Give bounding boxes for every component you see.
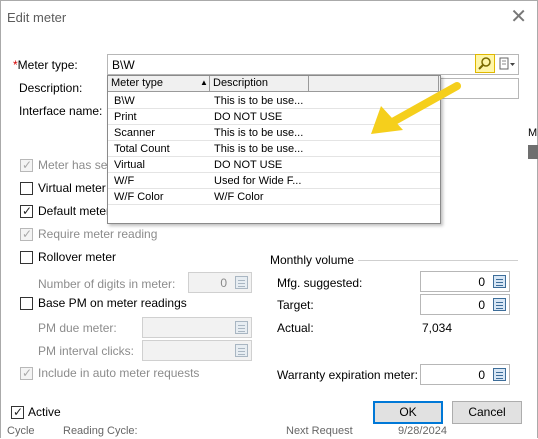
default-meter-label: Default meter [38,204,111,218]
ok-button[interactable]: OK [373,401,443,424]
actual-value: 7,034 [422,321,453,335]
row-description: This is to be use... [214,95,304,107]
column-header-description[interactable]: Description [210,76,309,92]
calculator-icon[interactable] [493,298,506,311]
warranty-label: Warranty expiration meter: [277,368,418,382]
document-dropdown-icon[interactable] [499,56,517,72]
require-meter-reading-checkbox: ✓ [20,227,33,241]
calculator-icon [235,321,248,334]
row-description: Used for Wide F... [214,175,302,187]
meter-type-value: B\W [112,58,135,72]
calculator-icon[interactable] [493,275,506,288]
meter-type-input[interactable]: B\W [107,54,519,75]
row-description: This is to be use... [214,143,304,155]
base-pm-checkbox[interactable] [20,297,33,310]
warranty-input[interactable]: 0 [420,364,510,385]
background-selected-row [528,145,538,159]
calculator-icon [235,344,248,357]
dropdown-row[interactable]: Virtual DO NOT USE [108,157,440,173]
monthly-volume-heading: Monthly volume [270,253,355,267]
background-text-date: 9/28/2024 [398,425,447,437]
row-description: DO NOT USE [214,111,283,123]
actual-label: Actual: [277,321,314,335]
auto-meter-checkbox: ✓ [20,366,33,380]
row-meter-type: Print [114,111,137,123]
meter-has-seq-label: Meter has seq [38,158,115,172]
close-icon[interactable]: ✕ [510,4,527,30]
row-description: W/F Color [214,191,264,203]
calculator-icon[interactable] [493,368,506,381]
base-pm-label: Base PM on meter readings [38,296,187,310]
background-text-cycle: Cycle [7,425,35,437]
meter-has-seq-checkbox: ✓ [20,158,33,172]
auto-meter-label: Include in auto meter requests [38,366,200,380]
background-text-next-request: Next Request [286,425,353,437]
mfg-suggested-input[interactable]: 0 [420,271,510,292]
search-icon[interactable] [475,54,495,73]
pm-due-label: PM due meter: [38,321,117,335]
dropdown-row[interactable]: W/F Used for Wide F... [108,173,440,189]
row-meter-type: W/F [114,175,135,187]
digits-label: Number of digits in meter: [38,277,176,291]
section-divider [358,260,518,261]
active-label: Active [28,405,61,419]
require-meter-reading-label: Require meter reading [38,227,158,241]
cancel-button[interactable]: Cancel [452,401,522,424]
dropdown-row[interactable]: Total Count This is to be use... [108,141,440,157]
background-text-reading-cycle: Reading Cycle: [63,425,138,437]
row-meter-type: B\W [114,95,135,107]
meter-type-label: *Meter type: [13,58,78,72]
row-meter-type: W/F Color [114,191,164,203]
row-description: This is to be use... [214,127,304,139]
pm-interval-input [142,340,252,361]
default-meter-checkbox[interactable]: ✓ [20,204,33,218]
annotation-arrow-icon [371,82,461,134]
active-checkbox[interactable]: ✓ [11,405,24,419]
pm-due-input [142,317,252,338]
description-label: Description: [19,81,83,95]
rollover-meter-label: Rollover meter [38,250,117,264]
row-description: DO NOT USE [214,159,283,171]
rollover-meter-checkbox[interactable] [20,251,33,264]
dropdown-row[interactable]: W/F Color W/F Color [108,189,440,205]
digits-input: 0 [188,272,252,293]
row-meter-type: Scanner [114,127,155,139]
virtual-meter-label: Virtual meter [38,181,106,195]
calculator-icon [235,276,248,289]
target-label: Target: [277,298,314,312]
virtual-meter-checkbox[interactable] [20,182,33,195]
column-header-meter-type[interactable]: Meter type ▲ [108,76,210,92]
dropdown-empty-row [108,205,440,221]
pm-interval-label: PM interval clicks: [38,344,135,358]
background-column-text: MI [528,127,538,139]
row-meter-type: Virtual [114,159,145,171]
sort-asc-icon: ▲ [200,78,208,87]
dialog-title: Edit meter [7,10,67,25]
interface-name-label: Interface name: [19,104,103,118]
row-meter-type: Total Count [114,143,170,155]
mfg-suggested-label: Mfg. suggested: [277,276,363,290]
target-input[interactable]: 0 [420,294,510,315]
